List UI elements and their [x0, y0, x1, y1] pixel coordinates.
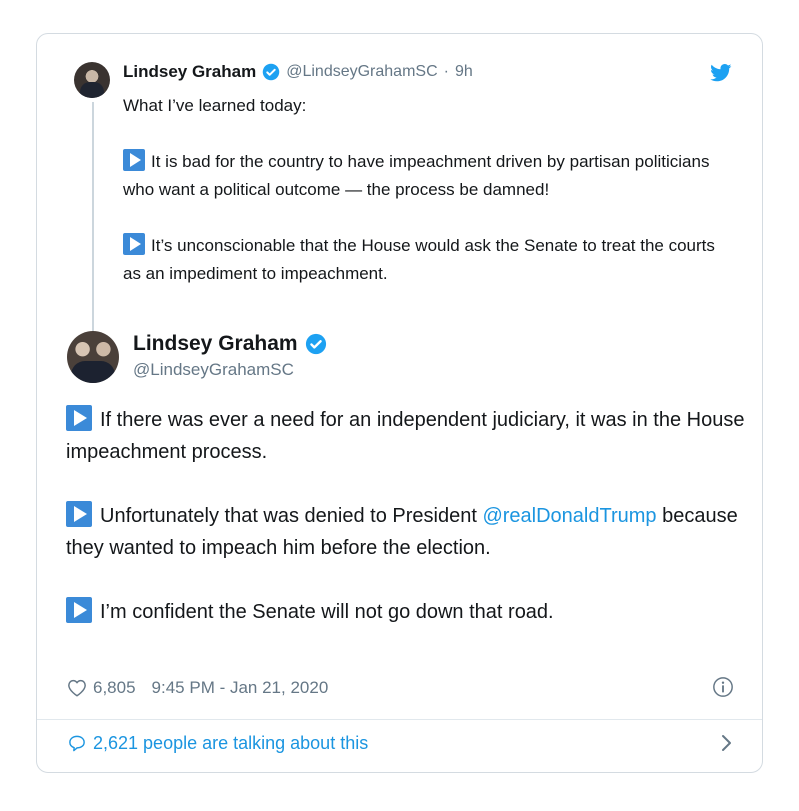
parent-timestamp[interactable]: 9h: [455, 63, 473, 81]
main-point-1: If there was ever a need for an independ…: [66, 404, 746, 468]
parent-author-name[interactable]: Lindsey Graham: [123, 62, 256, 82]
main-point-2-text-before: Unfortunately that was denied to Preside…: [100, 505, 483, 527]
tweet-timestamp[interactable]: 9:45 PM - Jan 21, 2020: [152, 678, 329, 698]
parent-point-1: It is bad for the country to have impeac…: [123, 148, 733, 204]
parent-point-2-text: It’s unconscionable that the House would…: [123, 236, 715, 283]
main-point-3-text: I’m confident the Senate will not go dow…: [100, 601, 554, 623]
play-arrow-emoji-icon: [123, 233, 145, 255]
verified-badge-icon: [262, 63, 280, 81]
main-tweet-header: Lindsey Graham @LindseyGrahamSC: [133, 332, 327, 380]
chevron-right-icon[interactable]: [720, 733, 734, 753]
conversation-label[interactable]: 2,621 people are talking about this: [93, 733, 368, 754]
meta-separator: ·: [443, 63, 449, 80]
parent-intro: What I’ve learned today:: [123, 96, 307, 115]
main-handle[interactable]: @LindseyGrahamSC: [133, 360, 327, 380]
like-count[interactable]: 6,805: [93, 678, 136, 698]
parent-point-1-text: It is bad for the country to have impeac…: [123, 152, 710, 199]
main-avatar[interactable]: [67, 331, 119, 383]
mention-link[interactable]: @realDonaldTrump: [482, 505, 656, 527]
parent-tweet-header: Lindsey Graham @LindseyGrahamSC · 9h: [123, 62, 473, 82]
parent-avatar[interactable]: [74, 62, 110, 98]
parent-tweet-text: What I’ve learned today: It is bad for t…: [123, 92, 733, 316]
embedded-tweet-card: Lindsey Graham @LindseyGrahamSC · 9h Wha…: [36, 33, 763, 773]
parent-handle[interactable]: @LindseyGrahamSC: [286, 63, 437, 81]
verified-badge-icon: [305, 333, 327, 355]
heart-icon[interactable]: [67, 679, 87, 697]
main-author-name[interactable]: Lindsey Graham: [133, 332, 298, 356]
speech-bubble-icon: [67, 734, 87, 753]
play-arrow-emoji-icon: [66, 405, 92, 431]
main-point-1-text: If there was ever a need for an independ…: [66, 409, 745, 463]
conversation-link[interactable]: 2,621 people are talking about this: [67, 733, 734, 754]
thread-connector-line: [92, 102, 94, 364]
play-arrow-emoji-icon: [66, 501, 92, 527]
play-arrow-emoji-icon: [66, 597, 92, 623]
main-point-2: Unfortunately that was denied to Preside…: [66, 500, 746, 564]
tweet-footer: 6,805 9:45 PM - Jan 21, 2020: [67, 676, 734, 698]
main-tweet-text: If there was ever a need for an independ…: [66, 404, 746, 660]
footer-divider: [37, 719, 762, 720]
play-arrow-emoji-icon: [123, 149, 145, 171]
info-icon[interactable]: [712, 676, 734, 698]
parent-point-2: It’s unconscionable that the House would…: [123, 232, 733, 288]
main-point-3: I’m confident the Senate will not go dow…: [66, 596, 746, 628]
twitter-bird-icon[interactable]: [710, 64, 732, 82]
